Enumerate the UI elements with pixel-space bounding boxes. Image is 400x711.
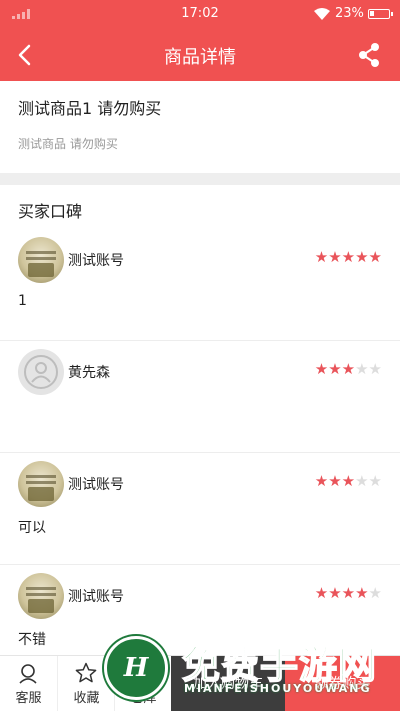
- reviews-title: 买家口碑: [18, 202, 83, 221]
- star-filled-icon: ★: [341, 472, 356, 490]
- service-label: 客服: [15, 691, 42, 706]
- section-divider: [0, 173, 400, 185]
- star-outline-icon: [75, 662, 97, 683]
- review-item: 黄先森 ★★★★★: [0, 341, 400, 453]
- favorite-button[interactable]: 收藏: [57, 656, 114, 711]
- wifi-icon: [314, 8, 330, 20]
- favorite-label: 收藏: [73, 691, 100, 706]
- star-filled-icon: ★: [314, 472, 329, 490]
- cart-icon: [134, 665, 153, 678]
- star-filled-icon: ★: [328, 472, 342, 490]
- avatar: [18, 349, 64, 395]
- review-username: 黄先森: [68, 365, 110, 381]
- star-filled-icon: ★: [368, 248, 382, 266]
- star-filled-icon: ★: [355, 248, 369, 266]
- page-title: 商品详情: [164, 47, 236, 68]
- headset-icon: [19, 664, 37, 684]
- review-comment: 可以: [18, 520, 46, 536]
- review-comment: 1: [18, 293, 27, 309]
- star-filled-icon: ★: [314, 248, 329, 266]
- star-empty-icon: ★: [368, 472, 382, 490]
- review-username: 测试账号: [68, 589, 124, 605]
- share-icon[interactable]: [355, 41, 383, 69]
- star-rating: ★★★★★: [315, 584, 382, 602]
- warehouse-button[interactable]: 仓库: [114, 656, 171, 711]
- avatar: [18, 573, 64, 619]
- avatar: [18, 461, 64, 507]
- battery-percent: 23%: [335, 6, 364, 21]
- star-rating: ★★★★★: [315, 248, 382, 266]
- review-item: 测试账号 ★★★★★ 1: [0, 229, 400, 341]
- star-filled-icon: ★: [314, 360, 329, 378]
- star-filled-icon: ★: [328, 584, 342, 602]
- star-rating: ★★★★★: [315, 360, 382, 378]
- star-filled-icon: ★: [341, 584, 356, 602]
- star-filled-icon: ★: [314, 584, 329, 602]
- star-rating: ★★★★★: [315, 472, 382, 490]
- battery-icon: [368, 9, 393, 19]
- add-to-cart-button[interactable]: 加入购物车: [171, 656, 285, 711]
- service-button[interactable]: 客服: [0, 656, 57, 711]
- warehouse-label: 仓库: [130, 691, 157, 706]
- status-bar: 17:02 23%: [0, 0, 400, 28]
- star-filled-icon: ★: [328, 360, 342, 378]
- star-empty-icon: ★: [368, 360, 382, 378]
- star-empty-icon: ★: [368, 584, 382, 602]
- star-filled-icon: ★: [341, 248, 356, 266]
- review-username: 测试账号: [68, 253, 124, 269]
- review-username: 测试账号: [68, 477, 124, 493]
- star-filled-icon: ★: [355, 584, 369, 602]
- product-name: 测试商品1 请勿购买: [18, 99, 162, 118]
- star-filled-icon: ★: [328, 248, 342, 266]
- bottom-action-bar: 客服 收藏 仓库 加入购物车 领券购买: [0, 655, 400, 711]
- user-placeholder-icon: [24, 355, 58, 389]
- buy-button[interactable]: 领券购买: [285, 656, 400, 711]
- star-empty-icon: ★: [355, 360, 369, 378]
- review-item: 测试账号 ★★★★★ 可以: [0, 453, 400, 565]
- product-info: 测试商品1 请勿购买 测试商品 请勿购买: [0, 81, 400, 173]
- review-comment: 不错: [18, 632, 46, 648]
- product-subtitle: 测试商品 请勿购买: [18, 137, 118, 151]
- star-filled-icon: ★: [341, 360, 356, 378]
- star-empty-icon: ★: [355, 472, 369, 490]
- nav-bar: 商品详情: [0, 28, 400, 81]
- avatar: [18, 237, 64, 283]
